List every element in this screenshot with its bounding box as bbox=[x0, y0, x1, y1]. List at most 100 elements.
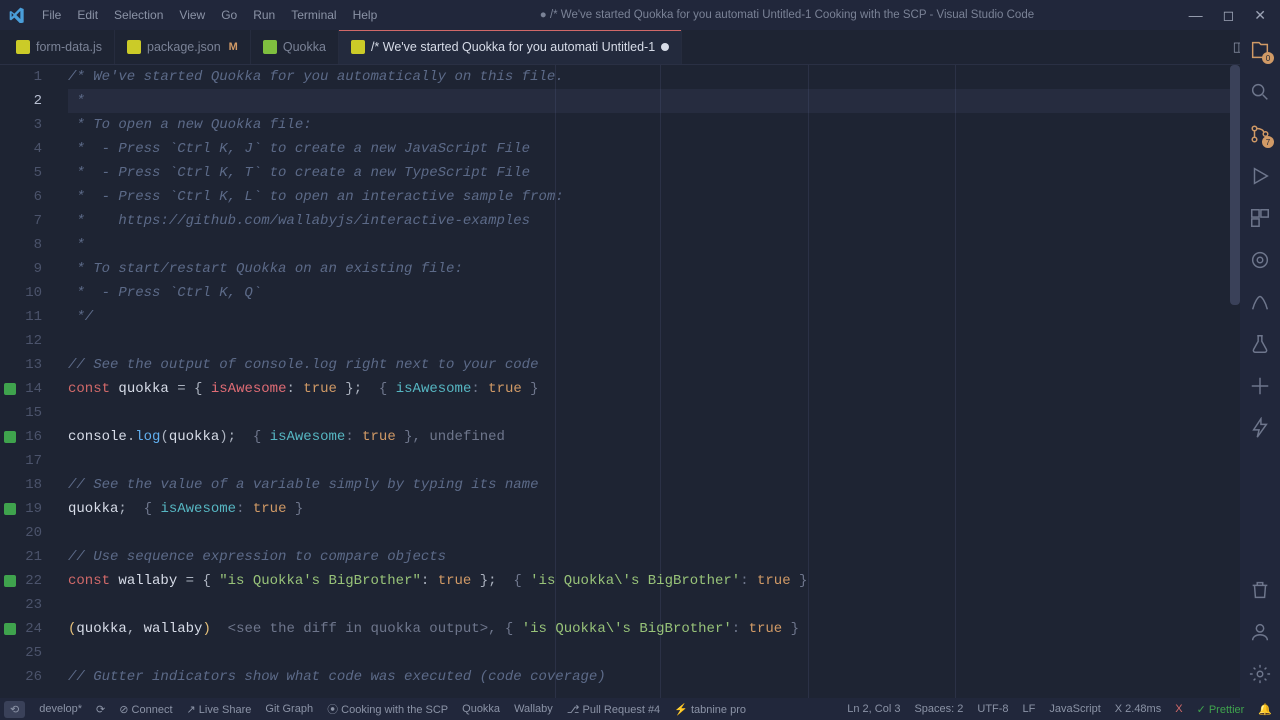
tab-quokka[interactable]: Quokka bbox=[251, 30, 339, 64]
maximize-icon[interactable]: ◻ bbox=[1223, 7, 1235, 24]
menu-selection[interactable]: Selection bbox=[106, 8, 171, 22]
menu-go[interactable]: Go bbox=[213, 8, 245, 22]
code-line[interactable]: * - Press `Ctrl K, L` to open an interac… bbox=[68, 185, 1230, 209]
target-icon[interactable] bbox=[1248, 248, 1272, 272]
code-line[interactable]: const quokka = { isAwesome: true }; { is… bbox=[68, 377, 1230, 401]
code-line[interactable] bbox=[68, 521, 1230, 545]
workspace-item[interactable]: ⦿ Cooking with the SCP bbox=[327, 701, 448, 717]
code-content[interactable]: /* We've started Quokka for you automati… bbox=[68, 65, 1230, 689]
language-item[interactable]: JavaScript bbox=[1049, 703, 1100, 715]
tab-label: package.json bbox=[147, 40, 221, 54]
cloud-item[interactable]: ⊘ Connect bbox=[119, 703, 172, 716]
code-line[interactable]: * To start/restart Quokka on an existing… bbox=[68, 257, 1230, 281]
code-line[interactable]: quokka; { isAwesome: true } bbox=[68, 497, 1230, 521]
scm-modified-badge: M bbox=[229, 41, 238, 53]
branch-item[interactable]: develop* bbox=[39, 703, 82, 715]
code-line[interactable]: * To open a new Quokka file: bbox=[68, 113, 1230, 137]
quokka-icon[interactable] bbox=[1248, 290, 1272, 314]
editor-tabs: form-data.js package.json M Quokka /* We… bbox=[0, 30, 1280, 65]
code-line[interactable]: * - Press `Ctrl K, T` to create a new Ty… bbox=[68, 161, 1230, 185]
badge: 7 bbox=[1262, 136, 1274, 148]
activity-bar: 0 7 bbox=[1240, 30, 1280, 698]
tab-label: form-data.js bbox=[36, 40, 102, 54]
menu-help[interactable]: Help bbox=[345, 8, 386, 22]
coverage-indicator-icon bbox=[4, 383, 16, 395]
status-bar: ⟲ develop* ⟳ ⊘ Connect ↗ Live Share Git … bbox=[0, 698, 1280, 720]
menu-edit[interactable]: Edit bbox=[69, 8, 106, 22]
json-file-icon bbox=[127, 40, 141, 54]
notifications-bell-icon[interactable]: 🔔 bbox=[1258, 703, 1272, 716]
code-line[interactable]: // See the output of console.log right n… bbox=[68, 353, 1230, 377]
code-line[interactable]: /* We've started Quokka for you automati… bbox=[68, 65, 1230, 89]
menu-run[interactable]: Run bbox=[245, 8, 283, 22]
code-line[interactable]: * bbox=[68, 233, 1230, 257]
code-line[interactable]: // Gutter indicators show what code was … bbox=[68, 665, 1230, 689]
code-line[interactable] bbox=[68, 329, 1230, 353]
sparkle-icon[interactable] bbox=[1248, 374, 1272, 398]
code-line[interactable]: * https://github.com/wallabyjs/interacti… bbox=[68, 209, 1230, 233]
quokka-status-item[interactable]: Quokka bbox=[462, 703, 500, 715]
code-line[interactable] bbox=[68, 641, 1230, 665]
menu-file[interactable]: File bbox=[34, 8, 69, 22]
gear-icon[interactable] bbox=[1248, 662, 1272, 686]
minimize-icon[interactable]: — bbox=[1189, 7, 1203, 24]
tab-label: Quokka bbox=[283, 40, 326, 54]
js-file-icon bbox=[351, 40, 365, 54]
code-line[interactable]: (quokka, wallaby) <see the diff in quokk… bbox=[68, 617, 1230, 641]
code-line[interactable]: const wallaby = { "is Quokka's BigBrothe… bbox=[68, 569, 1230, 593]
modified-indicator-icon bbox=[661, 43, 669, 51]
liveshare-item[interactable]: ↗ Live Share bbox=[187, 703, 252, 716]
code-line[interactable]: // Use sequence expression to compare ob… bbox=[68, 545, 1230, 569]
code-line[interactable] bbox=[68, 593, 1230, 617]
tabnine-item[interactable]: ⚡ tabnine pro bbox=[674, 703, 746, 716]
vscode-logo-icon bbox=[8, 6, 26, 24]
search-icon[interactable] bbox=[1248, 80, 1272, 104]
tab-form-data[interactable]: form-data.js bbox=[4, 30, 115, 64]
code-line[interactable] bbox=[68, 401, 1230, 425]
coverage-indicator-icon bbox=[4, 503, 16, 515]
error-indicator[interactable]: X bbox=[1175, 703, 1182, 715]
remote-indicator[interactable]: ⟲ bbox=[4, 701, 25, 718]
beaker-icon[interactable] bbox=[1248, 332, 1272, 356]
code-line[interactable]: */ bbox=[68, 305, 1230, 329]
eol-item[interactable]: LF bbox=[1023, 703, 1036, 715]
account-icon[interactable] bbox=[1248, 620, 1272, 644]
code-line[interactable] bbox=[68, 449, 1230, 473]
code-line[interactable]: * bbox=[68, 89, 1230, 113]
lightning-icon[interactable] bbox=[1248, 416, 1272, 440]
prettier-item[interactable]: ✓ Prettier bbox=[1197, 703, 1245, 716]
quokka-file-icon bbox=[263, 40, 277, 54]
run-debug-icon[interactable] bbox=[1248, 164, 1272, 188]
coverage-indicator-icon bbox=[4, 575, 16, 587]
tab-label: /* We've started Quokka for you automati… bbox=[371, 40, 655, 54]
encoding-item[interactable]: UTF-8 bbox=[977, 703, 1008, 715]
badge: 0 bbox=[1262, 52, 1274, 64]
sync-item[interactable]: ⟳ bbox=[96, 703, 105, 716]
pr-item[interactable]: ⎇ Pull Request #4 bbox=[567, 703, 660, 716]
menu-terminal[interactable]: Terminal bbox=[283, 8, 344, 22]
metrics-item[interactable]: X 2.48ms bbox=[1115, 703, 1161, 715]
gitgraph-item[interactable]: Git Graph bbox=[265, 703, 313, 715]
window-title: ● /* We've started Quokka for you automa… bbox=[385, 9, 1188, 21]
indent-item[interactable]: Spaces: 2 bbox=[914, 703, 963, 715]
source-control-icon[interactable]: 7 bbox=[1248, 122, 1272, 146]
cursor-position[interactable]: Ln 2, Col 3 bbox=[847, 703, 900, 715]
js-file-icon bbox=[16, 40, 30, 54]
menu-view[interactable]: View bbox=[171, 8, 213, 22]
wallaby-status-item[interactable]: Wallaby bbox=[514, 703, 553, 715]
close-icon[interactable]: ✕ bbox=[1254, 7, 1266, 24]
tab-untitled-active[interactable]: /* We've started Quokka for you automati… bbox=[339, 30, 682, 64]
editor-area[interactable]: 1234567891011121314151617181920212223242… bbox=[0, 65, 1240, 698]
trash-icon[interactable] bbox=[1248, 578, 1272, 602]
extensions-icon[interactable] bbox=[1248, 206, 1272, 230]
explorer-icon[interactable]: 0 bbox=[1248, 38, 1272, 62]
coverage-indicator-icon bbox=[4, 623, 16, 635]
code-line[interactable]: // See the value of a variable simply by… bbox=[68, 473, 1230, 497]
code-line[interactable]: * - Press `Ctrl K, Q` bbox=[68, 281, 1230, 305]
tab-package-json[interactable]: package.json M bbox=[115, 30, 251, 64]
line-gutter: 1234567891011121314151617181920212223242… bbox=[0, 65, 56, 698]
vertical-scrollbar[interactable] bbox=[1230, 65, 1240, 305]
code-line[interactable]: console.log(quokka); { isAwesome: true }… bbox=[68, 425, 1230, 449]
titlebar: File Edit Selection View Go Run Terminal… bbox=[0, 0, 1280, 30]
code-line[interactable]: * - Press `Ctrl K, J` to create a new Ja… bbox=[68, 137, 1230, 161]
